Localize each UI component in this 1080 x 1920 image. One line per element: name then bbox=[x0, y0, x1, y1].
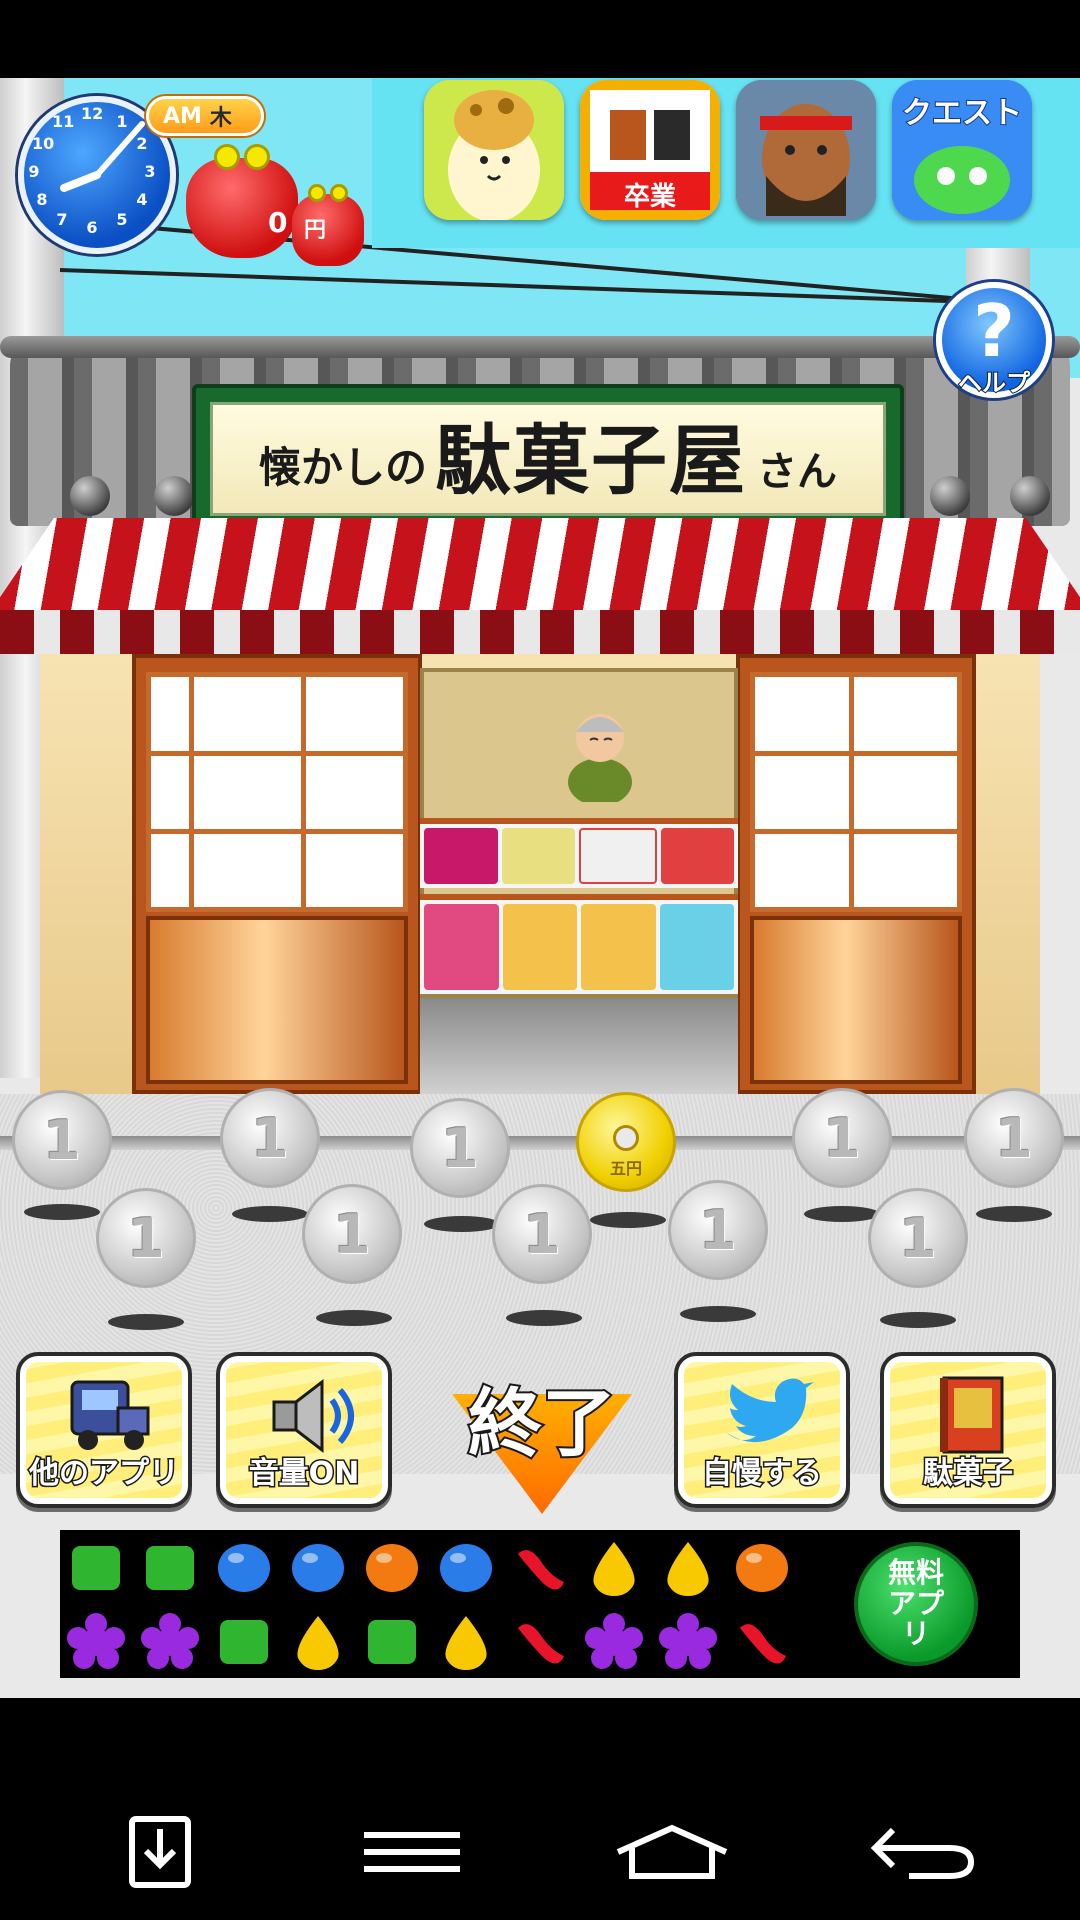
green-candy-icon bbox=[66, 1538, 126, 1598]
five-yen-label: 五円 bbox=[609, 1159, 642, 1178]
orange-candy-icon bbox=[732, 1538, 792, 1598]
right-wood-panel bbox=[750, 916, 962, 1084]
sign-prefix: 懐かしの bbox=[258, 443, 427, 492]
other-apps-button[interactable]: 他のアプリ bbox=[16, 1352, 192, 1508]
green-candy-icon bbox=[140, 1538, 200, 1598]
left-shoji-window bbox=[146, 672, 408, 912]
weekday-label: 木 bbox=[209, 106, 232, 131]
red-candy-icon bbox=[732, 1612, 792, 1672]
awning-valance bbox=[0, 610, 1080, 654]
help-label: ヘルプ bbox=[957, 368, 1031, 398]
end-label: 終了 bbox=[466, 1379, 618, 1469]
free-app-button[interactable]: 無料アプリ bbox=[854, 1542, 978, 1666]
shop-sign: 懐かしの 駄菓子屋 さん bbox=[192, 384, 904, 534]
purple-candy-icon bbox=[66, 1612, 126, 1672]
one-yen-coin[interactable]: 1 bbox=[96, 1188, 196, 1288]
yellow-candy-icon bbox=[436, 1612, 496, 1672]
quest-app-label: クエスト bbox=[901, 95, 1023, 132]
dagashi-button[interactable]: 駄菓子 bbox=[880, 1352, 1056, 1508]
one-yen-coin[interactable]: 1 bbox=[792, 1088, 892, 1188]
one-yen-coin[interactable]: 1 bbox=[410, 1098, 510, 1198]
right-shoji-window bbox=[750, 672, 962, 912]
yellow-candy-icon bbox=[658, 1538, 718, 1598]
sign-title: 駄菓子屋 bbox=[435, 416, 747, 505]
home-icon[interactable] bbox=[612, 1812, 732, 1892]
truck-icon bbox=[70, 1380, 150, 1450]
end-button[interactable]: 終了 bbox=[452, 1364, 632, 1514]
bird-icon bbox=[726, 1378, 814, 1443]
volume-button[interactable]: 音量ON bbox=[216, 1352, 392, 1508]
sign-suffix: さん bbox=[757, 449, 837, 495]
am-pm-label: AM bbox=[163, 103, 202, 129]
roof-ornament bbox=[1010, 476, 1050, 516]
one-yen-coin[interactable]: 1 bbox=[220, 1088, 320, 1188]
time-period-badge: AM 木 bbox=[146, 96, 264, 136]
blue-candy-icon bbox=[214, 1538, 274, 1598]
purple-candy-icon bbox=[140, 1612, 200, 1672]
purple-candy-icon bbox=[658, 1612, 718, 1672]
one-yen-coin[interactable]: 1 bbox=[964, 1088, 1064, 1188]
one-yen-coin[interactable]: 1 bbox=[492, 1184, 592, 1284]
green-candy-icon bbox=[362, 1612, 422, 1672]
graduation-app-icon[interactable]: 卒業 bbox=[580, 80, 720, 220]
five-yen-coin[interactable]: 五円 bbox=[576, 1092, 676, 1192]
download-icon[interactable] bbox=[110, 1812, 210, 1892]
shop-floor bbox=[420, 998, 738, 1094]
left-wood-panel bbox=[146, 916, 408, 1084]
question-mark-icon: ? bbox=[973, 289, 1015, 373]
purse-small-icon bbox=[292, 184, 364, 266]
back-icon[interactable] bbox=[868, 1812, 978, 1892]
snack-shelf-top[interactable] bbox=[420, 818, 738, 888]
one-yen-coin[interactable]: 1 bbox=[12, 1090, 112, 1190]
curb bbox=[0, 1136, 1080, 1150]
red-candy-icon bbox=[510, 1538, 570, 1598]
roof-ridge bbox=[0, 336, 1080, 358]
speaker-icon bbox=[272, 1378, 354, 1454]
book-icon bbox=[940, 1376, 1004, 1454]
roof-ornament bbox=[154, 476, 194, 516]
shopkeeper-granny[interactable] bbox=[564, 702, 636, 802]
red-candy-icon bbox=[510, 1612, 570, 1672]
purple-candy-icon bbox=[584, 1612, 644, 1672]
warrior-app-icon[interactable] bbox=[736, 80, 876, 220]
one-yen-coin[interactable]: 1 bbox=[302, 1184, 402, 1284]
orange-candy-icon bbox=[362, 1538, 422, 1598]
status-bar bbox=[0, 0, 1080, 78]
free-app-label: 無料アプリ bbox=[887, 1555, 944, 1651]
ad-strip: 卒業 クエスト bbox=[372, 78, 1080, 248]
green-candy-icon bbox=[214, 1612, 274, 1672]
yellow-candy-icon bbox=[584, 1538, 644, 1598]
blue-candy-icon bbox=[288, 1538, 348, 1598]
snack-shelf-bottom[interactable] bbox=[420, 894, 738, 994]
yellow-candy-icon bbox=[288, 1612, 348, 1672]
graduation-app-label: 卒業 bbox=[623, 182, 676, 212]
blue-candy-icon bbox=[436, 1538, 496, 1598]
one-yen-coin[interactable]: 1 bbox=[668, 1180, 768, 1280]
roof-ornament bbox=[930, 476, 970, 516]
money-unit: 円 bbox=[304, 218, 327, 243]
roof-ornament bbox=[70, 476, 110, 516]
menu-icon[interactable] bbox=[362, 1812, 462, 1892]
money-amount: 0 bbox=[268, 206, 288, 239]
help-button[interactable]: ? ヘルプ bbox=[936, 282, 1052, 398]
quest-app-icon[interactable]: クエスト bbox=[892, 80, 1032, 220]
giraffe-app-icon[interactable] bbox=[424, 80, 564, 220]
brag-button[interactable]: 自慢する bbox=[674, 1352, 850, 1508]
one-yen-coin[interactable]: 1 bbox=[868, 1188, 968, 1288]
game-screen: 卒業 クエスト 12 1 2 3 4 5 6 7 8 9 10 11 AM 木 … bbox=[0, 78, 1080, 1698]
